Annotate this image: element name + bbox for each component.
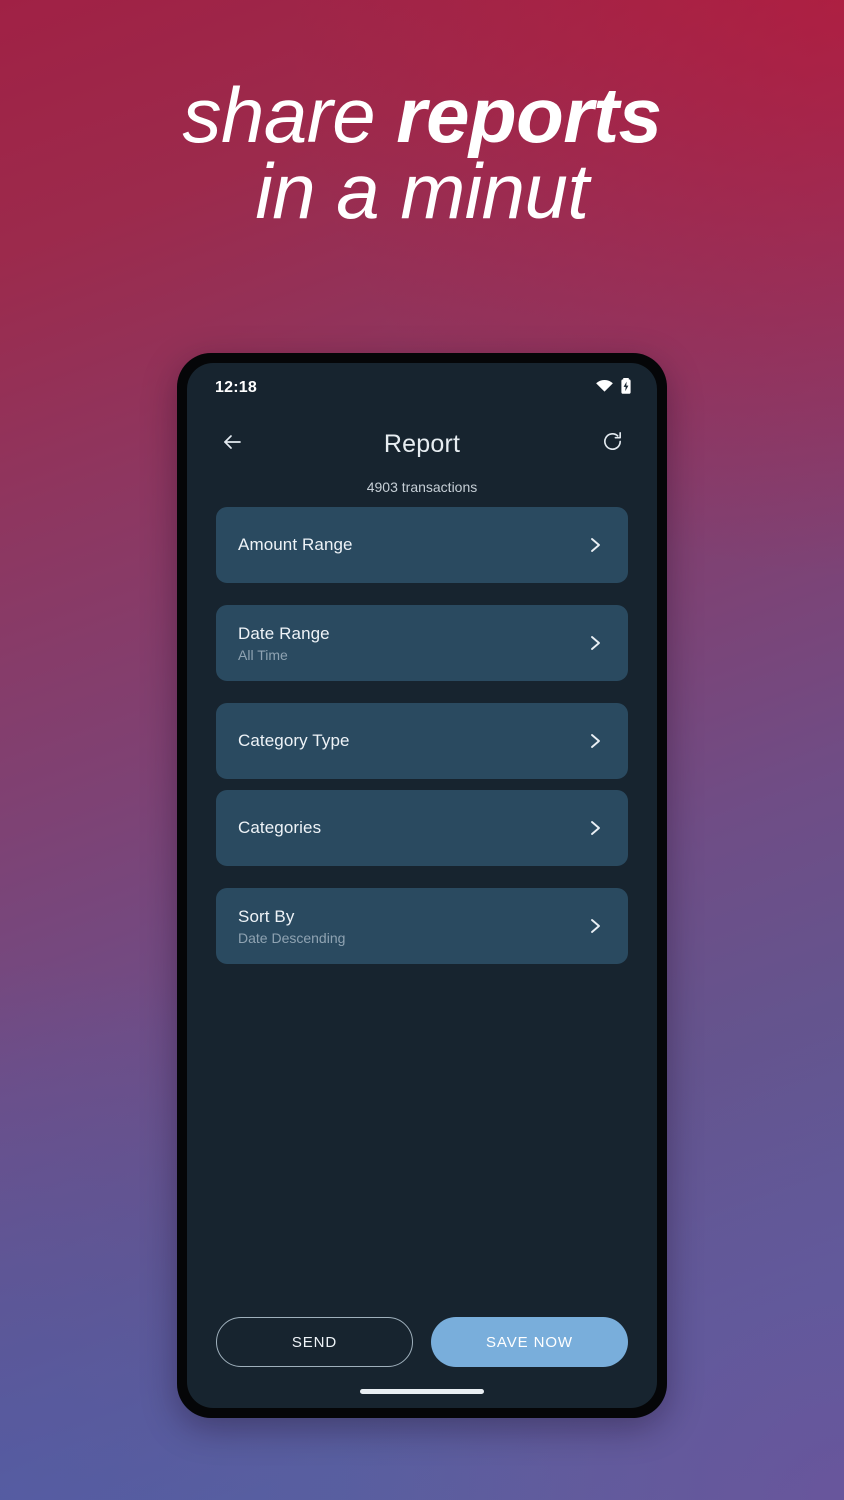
filter-card-subtitle: Date Descending <box>238 929 346 946</box>
gesture-navigation-bar <box>187 1389 657 1408</box>
headline-line-2: in a minut <box>255 146 589 235</box>
filter-card-subtitle: All Time <box>238 646 288 663</box>
filter-card-title: Date Range <box>238 623 330 643</box>
refresh-icon <box>601 430 624 458</box>
headline-line-1: share reports <box>0 76 844 154</box>
filter-card-labels: Date Range All Time <box>238 624 330 663</box>
chevron-right-icon <box>584 536 606 554</box>
filter-card-title: Amount Range <box>238 535 353 554</box>
status-bar-icons <box>596 377 631 399</box>
promo-headline: share reports in a minut <box>0 76 844 235</box>
chevron-right-icon <box>584 634 606 652</box>
status-bar-clock: 12:18 <box>215 379 257 396</box>
filter-card-labels: Sort By Date Descending <box>238 907 345 946</box>
arrow-left-icon <box>220 430 244 459</box>
app-bar: Report <box>187 413 657 475</box>
filter-card-title: Category Type <box>238 731 350 750</box>
filter-card-sort-by[interactable]: Sort By Date Descending <box>216 888 628 964</box>
page-title: Report <box>383 429 461 458</box>
filter-card-date-range[interactable]: Date Range All Time <box>216 605 628 681</box>
battery-charging-icon <box>621 377 631 399</box>
wifi-icon <box>596 379 613 397</box>
chevron-right-icon <box>584 819 606 837</box>
filter-card-list: Amount Range Date Range All Time Categor… <box>187 507 657 1317</box>
filter-card-amount-range[interactable]: Amount Range <box>216 507 628 583</box>
filter-card-labels: Amount Range <box>238 535 353 555</box>
save-now-button[interactable]: SAVE NOW <box>431 1317 628 1367</box>
phone-frame: 12:18 Report 4903 transactions Amount Ra… <box>177 353 667 1418</box>
send-button[interactable]: SEND <box>216 1317 413 1367</box>
filter-card-labels: Categories <box>238 818 321 838</box>
filter-card-labels: Category Type <box>238 731 350 751</box>
chevron-right-icon <box>584 917 606 935</box>
headline-word-reports: reports <box>396 71 662 159</box>
filter-card-title: Sort By <box>238 906 295 926</box>
filter-card-category-type[interactable]: Category Type <box>216 703 628 779</box>
transaction-count-label: 4903 transactions <box>366 479 478 495</box>
headline-word-share: share <box>182 71 397 159</box>
gesture-bar-handle[interactable] <box>360 1389 484 1394</box>
filter-card-title: Categories <box>238 818 322 837</box>
phone-screen: 12:18 Report 4903 transactions Amount Ra… <box>187 363 657 1408</box>
chevron-right-icon <box>584 732 606 750</box>
refresh-button[interactable] <box>589 430 635 458</box>
status-bar: 12:18 <box>187 363 657 413</box>
action-bar: SEND SAVE NOW <box>187 1317 657 1367</box>
filter-card-categories[interactable]: Categories <box>216 790 628 866</box>
back-button[interactable] <box>209 430 255 459</box>
